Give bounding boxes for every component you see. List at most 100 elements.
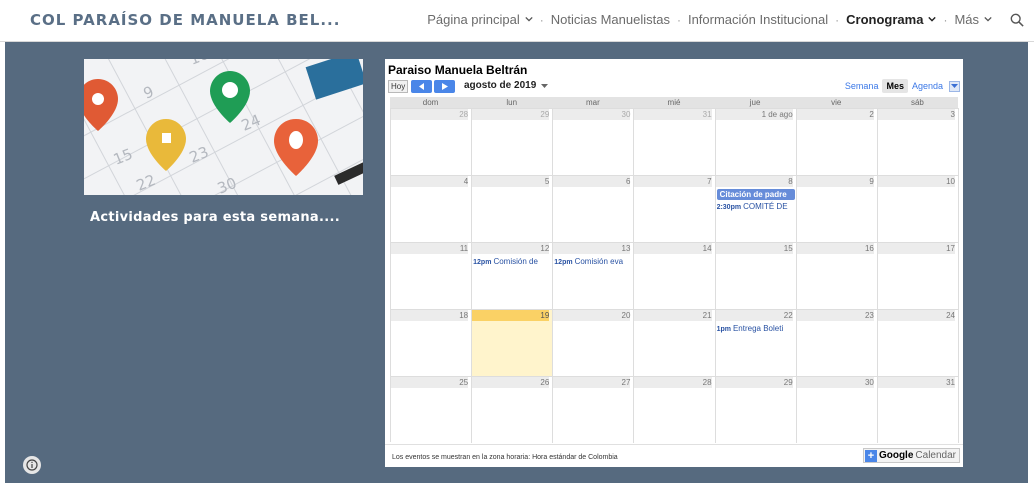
calendar-week-row: 4 5 6 7 8 Citación de padre 2:30pm COMITÉ DE 9 10 [391,175,959,242]
top-navigation-bar: COL PARAÍSO DE MANUELA BEL... Página pri… [0,0,1034,42]
calendar-day-cell[interactable]: 30 [796,377,878,443]
calendar-toolbar: Hoy agosto de 2019 Semana Mes Agenda [388,79,960,94]
day-number: 20 [553,310,631,321]
calendar-day-cell[interactable]: 26 [472,377,554,443]
day-number: 3 [877,109,955,120]
day-number: 4 [391,176,469,187]
nav-separator: · [539,12,544,27]
next-month-button[interactable] [434,80,455,93]
embedded-calendar: Paraiso Manuela Beltrán Hoy agosto de 20… [385,59,963,467]
google-calendar-badge[interactable]: + Google Calendar [862,448,960,463]
day-number: 5 [472,176,550,187]
calendar-day-cell[interactable]: 17 [877,243,959,309]
event-time: 12pm [554,259,573,266]
chevron-down-icon [928,16,937,22]
event-title: Entrega Boleti [732,324,784,333]
calendar-day-cell[interactable]: 27 [553,377,635,443]
calendar-event[interactable]: 12pm Comisión eva [554,256,632,268]
calendar-event[interactable]: Citación de padre [716,189,795,200]
calendar-footer: Los eventos se muestran en la zona horar… [385,444,963,467]
calendar-day-cell[interactable]: 4 [391,176,473,242]
calendar-week-row: 28 29 30 31 1 de ago 2 3 [391,108,959,175]
weekday-label: vie [831,98,842,107]
day-number: 10 [877,176,955,187]
calendar-day-cell[interactable]: 5 [472,176,554,242]
weekday-label: dom [422,98,439,107]
weekday-header: dom lun mar mié jue vie sáb [390,97,958,108]
chevron-down-icon [984,16,992,22]
calendar-day-cell[interactable]: 25 [391,377,473,443]
day-number: 9 [796,176,874,187]
weekday-label: mié [667,98,681,107]
calendar-day-cell[interactable]: 18 [391,310,473,376]
view-dropdown-button[interactable] [949,80,960,92]
calendar-day-cell[interactable]: 16 [796,243,878,309]
event-time: 12pm [473,259,492,266]
day-number: 21 [634,310,712,321]
tab-mes[interactable]: Mes [882,79,908,93]
calendar-day-cell[interactable]: 20 [553,310,635,376]
prev-month-button[interactable] [411,80,432,93]
calendar-day-cell[interactable]: 28 [634,377,716,443]
nav-item-label: Más [954,12,979,27]
calendar-event[interactable]: 2:30pm COMITÉ DE [717,201,795,213]
calendar-day-cell[interactable]: 3 [877,109,959,175]
calendar-day-cell-today[interactable]: 19 [472,310,554,376]
calendar-day-cell[interactable]: 9 [796,176,878,242]
calendar-day-cell[interactable]: 14 [634,243,716,309]
calendar-day-cell[interactable]: 12 12pm Comisión de [472,243,554,309]
day-number: 2 [796,109,874,120]
nav-item-mas[interactable]: Más [954,12,992,27]
nav-separator: · [676,12,681,27]
nav-item-noticias[interactable]: Noticias Manuelistas [551,12,670,27]
calendar-day-cell[interactable]: 23 [796,310,878,376]
calendar-pins-image: 9 15 23 24 22 30 16 [84,59,363,195]
info-icon [26,459,38,471]
calendar-day-cell[interactable]: 31 [634,109,716,175]
calendar-day-cell[interactable]: 30 [553,109,635,175]
today-button[interactable]: Hoy [388,80,409,93]
calendar-day-cell[interactable]: 1 de ago [715,109,797,175]
caret-down-icon[interactable] [541,84,548,89]
calendar-event[interactable]: 1pm Entrega Boleti [717,323,795,335]
calendar-day-cell[interactable]: 8 Citación de padre 2:30pm COMITÉ DE [715,176,797,242]
caret-down-icon [951,83,958,88]
day-number: 29 [472,109,550,120]
weekday-label: sáb [910,98,924,107]
calendar-day-cell[interactable]: 22 1pm Entrega Boleti [715,310,797,376]
info-button[interactable] [23,456,41,474]
chevron-left-icon [418,83,424,90]
calendar-day-cell[interactable]: 6 [553,176,635,242]
nav-item-cronograma[interactable]: Cronograma [846,12,937,27]
nav-item-informacion-institucional[interactable]: Información Institucional [688,12,828,27]
nav-item-label: Noticias Manuelistas [550,12,670,27]
month-label[interactable]: agosto de 2019 [464,80,536,91]
tab-agenda[interactable]: Agenda [908,79,947,93]
day-number: 25 [391,377,469,388]
calendar-day-cell[interactable]: 31 [877,377,959,443]
calendar-day-cell[interactable]: 11 [391,243,473,309]
calendar-day-cell[interactable]: 7 [634,176,716,242]
nav-item-pagina-principal[interactable]: Página principal [427,12,533,27]
calendar-day-cell[interactable]: 29 [715,377,797,443]
calendar-day-cell[interactable]: 13 12pm Comisión eva [553,243,635,309]
calendar-pins-illustration: 9 15 23 24 22 30 16 [84,59,363,195]
nav-item-label: Página principal [427,12,520,27]
search-icon[interactable] [1010,13,1024,27]
nav-item-label: Cronograma [846,12,924,27]
day-number: 16 [796,243,874,254]
site-title[interactable]: COL PARAÍSO DE MANUELA BEL... [30,11,340,29]
calendar-day-cell[interactable]: 10 [877,176,959,242]
day-number: 22 [715,310,793,321]
tab-semana[interactable]: Semana [841,79,883,93]
calendar-day-cell[interactable]: 28 [391,109,473,175]
month-grid: dom lun mar mié jue vie sáb 28 29 30 31 1 de… [390,97,959,443]
calendar-day-cell[interactable]: 29 [472,109,554,175]
calendar-day-cell[interactable]: 2 [796,109,878,175]
calendar-event[interactable]: 12pm Comisión de [473,256,551,268]
day-number: 19 [472,310,550,321]
calendar-day-cell[interactable]: 21 [634,310,716,376]
calendar-wordmark: Calendar [915,450,956,461]
calendar-day-cell[interactable]: 24 [877,310,959,376]
calendar-day-cell[interactable]: 15 [715,243,797,309]
